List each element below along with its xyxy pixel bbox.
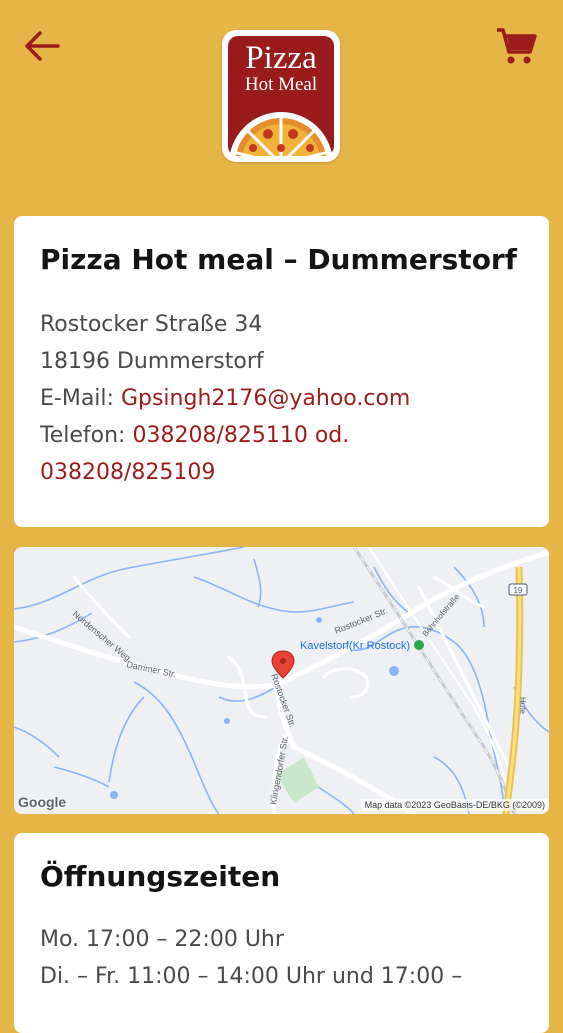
cart-button[interactable] xyxy=(494,26,538,66)
map-attribution[interactable]: Map data ©2023 GeoBasis-DE/BKG (©2009) xyxy=(360,799,549,811)
phone-label: Telefon: xyxy=(40,423,126,448)
location-map[interactable]: Nordenscher Weg Dammer Str. Rostocker St… xyxy=(14,547,549,814)
email-line: E-Mail: Gpsingh2176@yahoo.com xyxy=(40,380,530,417)
top-bar: Pizza Hot Meal xyxy=(0,0,563,200)
opening-hours-title: Öffnungszeiten xyxy=(40,860,281,893)
map-road-number: 19 xyxy=(514,586,523,595)
email-label: E-Mail: xyxy=(40,386,114,411)
phone-line: Telefon: 038208/825110 od. xyxy=(40,417,530,454)
shopping-cart-icon xyxy=(497,28,537,64)
map-canvas[interactable]: Nordenscher Weg Dammer Str. Rostocker St… xyxy=(14,547,549,814)
logo-text-pizza: Pizza xyxy=(245,40,317,76)
address-details: Rostocker Straße 34 18196 Dummerstorf E-… xyxy=(40,306,530,491)
restaurant-logo: Pizza Hot Meal xyxy=(222,30,340,162)
hours-line-monday: Mo. 17:00 – 22:00 Uhr xyxy=(40,927,284,952)
city-address: 18196 Dummerstorf xyxy=(40,349,264,374)
opening-hours-list: Mo. 17:00 – 22:00 Uhr Di. – Fr. 11:00 – … xyxy=(40,921,530,995)
pizza-icon xyxy=(229,112,333,156)
google-logo: Google xyxy=(18,794,67,810)
map-station-label: Kavelstorf(Kr Rostock) xyxy=(300,640,411,652)
phone-link-1[interactable]: 038208/825110 od. xyxy=(132,423,349,448)
back-button[interactable] xyxy=(22,28,62,64)
opening-hours-card: Öffnungszeiten Mo. 17:00 – 22:00 Uhr Di.… xyxy=(14,833,549,1033)
phone-line-2: 038208/825109 xyxy=(40,454,530,491)
arrow-left-icon xyxy=(25,31,60,61)
restaurant-name: Pizza Hot meal – Dummerstorf xyxy=(40,243,517,276)
map-road-label-hufe: Hufe xyxy=(518,697,527,714)
logo-text-hot-meal: Hot Meal xyxy=(244,74,318,95)
email-link[interactable]: Gpsingh2176@yahoo.com xyxy=(121,386,410,411)
address-card: Pizza Hot meal – Dummerstorf Rostocker S… xyxy=(14,216,549,527)
street-address: Rostocker Straße 34 xyxy=(40,312,263,337)
phone-link-2[interactable]: 038208/825109 xyxy=(40,460,215,485)
hours-line-tue-fri: Di. – Fr. 11:00 – 14:00 Uhr und 17:00 – xyxy=(40,964,463,989)
